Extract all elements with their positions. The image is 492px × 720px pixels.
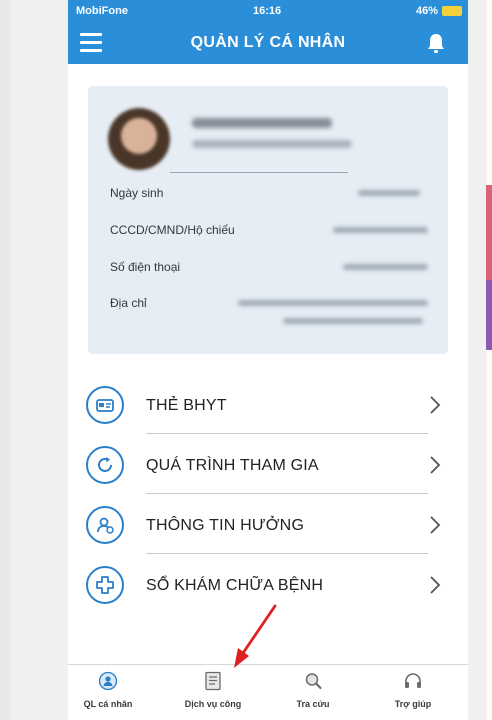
chevron-right-icon — [430, 396, 441, 414]
battery-percent: 46% — [415, 5, 438, 17]
page-title: QUẢN LÝ CÁ NHÂN — [190, 34, 346, 51]
bottom-tab-bar: QL cá nhân Dịch vụ công Tra cứu Trợ giúp — [68, 664, 468, 720]
menu-item-the-bhyt[interactable]: THẺ BHYT — [68, 374, 468, 434]
tab-label: QL cá nhân — [83, 699, 133, 709]
birthdate-label: Ngày sinh — [110, 186, 164, 200]
blurred-birthdate — [358, 190, 420, 196]
avatar — [108, 108, 170, 170]
medical-cross-icon — [96, 576, 114, 594]
search-tab-icon — [305, 673, 322, 690]
tab-tra-cuu[interactable]: Tra cứu — [273, 671, 353, 709]
right-margin — [486, 0, 492, 720]
tab-label: Tra cứu — [296, 699, 330, 709]
carrier-name: MobiFone — [76, 5, 128, 17]
menu-item-label: QUÁ TRÌNH THAM GIA — [146, 457, 319, 474]
menu-item-qua-trinh-tham-gia[interactable]: QUÁ TRÌNH THAM GIA — [68, 434, 468, 494]
profile-tab-icon — [98, 671, 118, 691]
refresh-icon — [98, 457, 112, 472]
red-arrow-annotation — [234, 604, 277, 668]
blurred-address-line1 — [238, 300, 428, 306]
id-number-label: CCCD/CMND/Hộ chiếu — [110, 223, 235, 237]
tab-tro-giup[interactable]: Trợ giúp — [373, 671, 453, 709]
menu-item-label: THẺ BHYT — [146, 397, 227, 414]
blurred-id-number — [333, 227, 428, 233]
battery-icon — [442, 6, 462, 16]
bell-icon[interactable] — [426, 32, 446, 54]
address-label: Địa chỉ — [110, 296, 147, 310]
status-bar: MobiFone 16:16 46% — [68, 0, 468, 22]
left-margin — [0, 0, 10, 720]
menu-item-label: THÔNG TIN HƯỞNG — [146, 517, 305, 534]
blurred-name — [192, 118, 332, 128]
chevron-right-icon — [430, 576, 441, 594]
menu-item-thong-tin-huong[interactable]: THÔNG TIN HƯỞNG — [68, 494, 468, 554]
tab-ql-ca-nhan[interactable]: QL cá nhân — [68, 671, 148, 709]
document-tab-icon — [205, 671, 221, 691]
tab-dich-vu-cong[interactable]: Dịch vụ công — [173, 671, 253, 709]
phone-label: Số điện thoại — [110, 260, 181, 274]
blurred-address-line2 — [283, 318, 423, 324]
user-info-icon — [97, 517, 114, 534]
blurred-phone — [343, 264, 428, 270]
menu-item-label: SỔ KHÁM CHỮA BỆNH — [146, 577, 324, 594]
profile-card: Ngày sinh CCCD/CMND/Hộ chiếu Số điện tho… — [88, 86, 448, 354]
card-divider — [170, 172, 348, 173]
chevron-right-icon — [430, 456, 441, 474]
tab-label: Trợ giúp — [394, 699, 432, 709]
blurred-id — [192, 140, 352, 148]
tab-label: Dịch vụ công — [184, 699, 242, 709]
card-icon — [96, 399, 114, 412]
headset-tab-icon — [405, 673, 421, 688]
chevron-right-icon — [430, 516, 441, 534]
header-bar: QUẢN LÝ CÁ NHÂN — [68, 22, 468, 64]
status-time: 16:16 — [253, 5, 282, 17]
